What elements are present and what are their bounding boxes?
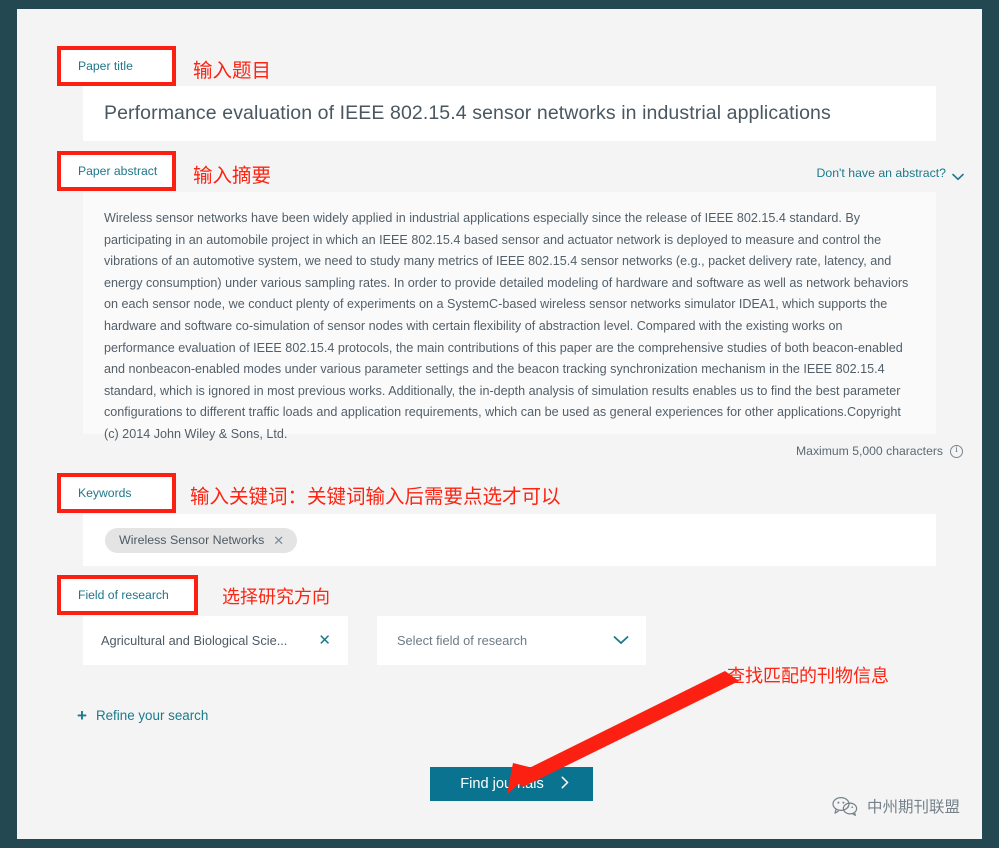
- find-journals-label: Find journals: [460, 776, 544, 792]
- keywords-input[interactable]: Wireless Sensor Networks ✕: [83, 514, 936, 566]
- watermark: 中州期刊联盟: [832, 795, 960, 817]
- refine-your-search-link[interactable]: + Refine your search: [77, 707, 208, 724]
- chevron-down-icon: [613, 633, 629, 648]
- annotation-box-paper-abstract-label: Paper abstract: [78, 164, 158, 178]
- paper-title-input[interactable]: Performance evaluation of IEEE 802.15.4 …: [83, 86, 936, 141]
- annotation-note-title: 输入题目: [193, 59, 272, 82]
- keyword-chip-label: Wireless Sensor Networks: [119, 533, 265, 547]
- info-icon[interactable]: [950, 444, 963, 458]
- dont-have-abstract-link[interactable]: Don't have an abstract?: [817, 166, 964, 180]
- app-canvas: Performance evaluation of IEEE 802.15.4 …: [17, 9, 982, 839]
- watermark-text: 中州期刊联盟: [866, 798, 960, 816]
- field-of-research-selected-label: Agricultural and Biological Scie...: [101, 633, 288, 648]
- find-journals-button[interactable]: Find journals: [430, 767, 593, 801]
- wechat-icon: [832, 796, 858, 816]
- plus-icon: +: [77, 706, 87, 725]
- max-characters-label: Maximum 5,000 characters: [796, 444, 943, 458]
- annotation-note-keywords: 输入关键词：关键词输入后需要点选才可以: [190, 485, 561, 508]
- field-of-research-selected[interactable]: Agricultural and Biological Scie... ✕: [83, 616, 348, 665]
- annotation-box-keywords-label: Keywords: [78, 486, 132, 500]
- screenshot-frame: Performance evaluation of IEEE 802.15.4 …: [0, 0, 999, 848]
- close-icon[interactable]: ✕: [318, 633, 331, 648]
- refine-your-search-label: Refine your search: [95, 708, 209, 723]
- max-characters-hint: Maximum 5,000 characters: [796, 444, 963, 458]
- annotation-box-paper-title-label: Paper title: [78, 59, 133, 73]
- dont-have-abstract-label: Don't have an abstract?: [816, 166, 947, 180]
- keyword-chip[interactable]: Wireless Sensor Networks ✕: [105, 527, 298, 553]
- annotation-box-field-of-research-label: Field of research: [78, 588, 169, 602]
- annotation-box-paper-abstract: Paper abstract: [57, 151, 176, 191]
- chevron-down-icon: [952, 170, 964, 180]
- annotation-box-field-of-research: Field of research: [57, 575, 198, 615]
- annotation-box-keywords: Keywords: [57, 473, 176, 513]
- field-of-research-select[interactable]: Select field of research: [377, 616, 646, 665]
- chevron-right-icon: [561, 776, 569, 792]
- close-icon[interactable]: ✕: [273, 534, 284, 547]
- annotation-note-find-journals: 查找匹配的刊物信息: [727, 666, 889, 687]
- field-of-research-placeholder: Select field of research: [397, 633, 528, 648]
- paper-abstract-value: Wireless sensor networks have been widel…: [104, 211, 909, 441]
- annotation-note-field-of-research: 选择研究方向: [222, 587, 330, 608]
- paper-abstract-textarea[interactable]: Wireless sensor networks have been widel…: [83, 192, 936, 441]
- annotation-note-abstract: 输入摘要: [193, 164, 272, 187]
- annotation-box-paper-title: Paper title: [57, 46, 176, 86]
- paper-title-value: Performance evaluation of IEEE 802.15.4 …: [104, 102, 831, 124]
